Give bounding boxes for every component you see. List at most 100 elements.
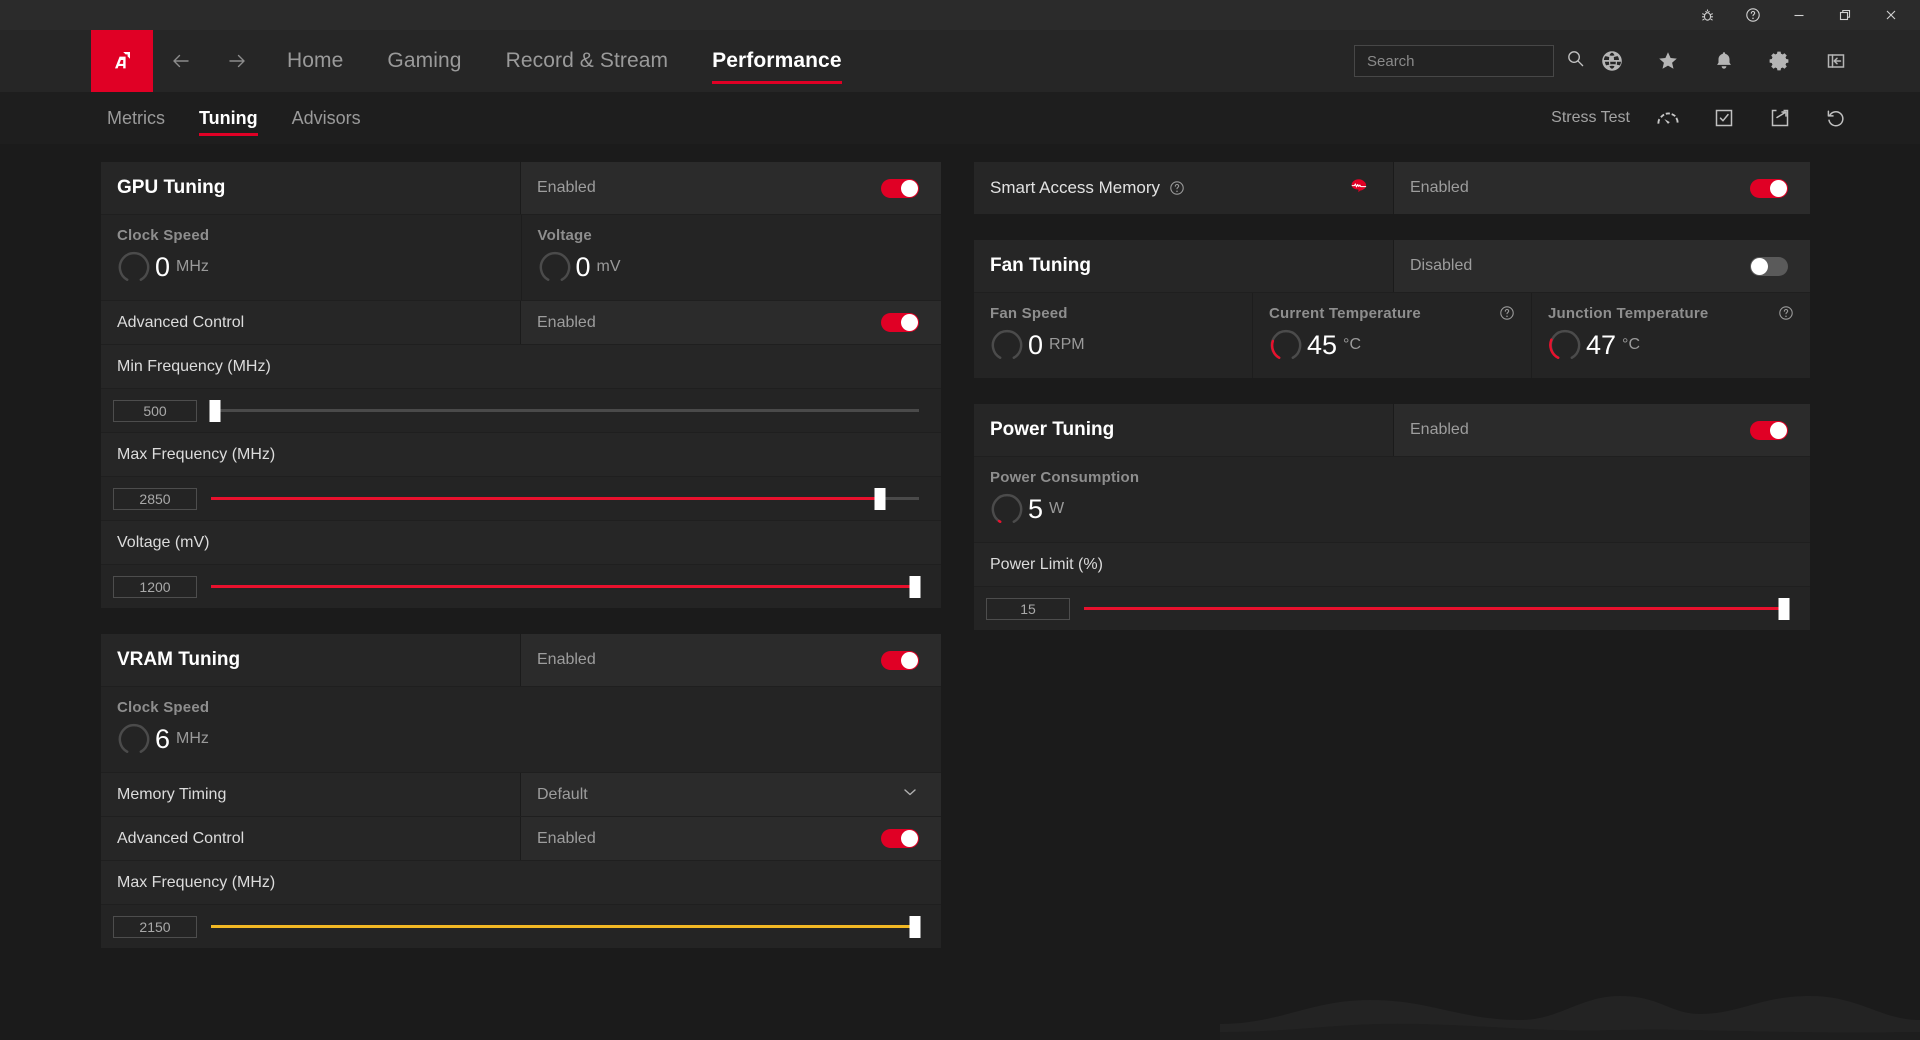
slider-thumb[interactable] (909, 575, 921, 598)
memory-timing-value: Default (537, 785, 588, 803)
stress-test-label[interactable]: Stress Test (1551, 109, 1630, 127)
vram-advanced-control-row: Advanced Control Enabled (101, 816, 941, 860)
search-icon[interactable] (1566, 49, 1585, 73)
tuning-content: GPU Tuning Enabled Clock Speed 0 MHz Vol… (0, 144, 1920, 1040)
gpu-voltage-value[interactable]: 1200 (113, 575, 197, 598)
vram-max-frequency-value[interactable]: 2150 (113, 915, 197, 938)
tab-metrics[interactable]: Metrics (90, 92, 182, 144)
power-limit-slider-row: 15 (974, 586, 1810, 630)
nav-item-home[interactable]: Home (265, 30, 365, 92)
gauge-arc-icon (539, 251, 570, 281)
restore-icon[interactable] (1822, 0, 1868, 30)
nav-item-gaming[interactable]: Gaming (365, 30, 483, 92)
fan-tuning-gauges: Fan Speed 0 RPM Current Temperature 45 °… (974, 292, 1810, 378)
load-profile-icon[interactable] (1696, 92, 1752, 144)
power-limit-slider[interactable] (1084, 597, 1790, 620)
slider-thumb[interactable] (209, 399, 221, 422)
gpu-max-frequency-slider[interactable] (211, 487, 919, 510)
globe-icon[interactable] (1584, 30, 1640, 92)
vram-tuning-toggle-cell[interactable]: Enabled (521, 634, 941, 686)
smart-access-memory-header: Smart Access Memory Enabled (974, 162, 1810, 214)
star-icon[interactable] (1640, 30, 1696, 92)
nav-label: Home (287, 49, 344, 72)
gauge-current-temperature: Current Temperature 45 °C (1252, 293, 1531, 378)
tab-tuning[interactable]: Tuning (182, 92, 275, 144)
gauge-unit: °C (1622, 336, 1640, 353)
gpu-max-frequency-value[interactable]: 2850 (113, 487, 197, 510)
gpu-min-frequency-value[interactable]: 500 (113, 399, 197, 422)
gauge-arc-icon (118, 251, 150, 281)
tab-label: Metrics (107, 107, 165, 128)
gpu-voltage-slider[interactable] (211, 575, 921, 598)
bug-report-icon[interactable] (1684, 0, 1730, 30)
gauge-power-consumption: Power Consumption 5 W (974, 457, 1810, 542)
gauge-value: 0 (1028, 329, 1044, 360)
vram-tuning-card: VRAM Tuning Enabled Clock Speed 6 MHz Me… (101, 634, 941, 948)
close-icon[interactable] (1868, 0, 1914, 30)
amd-logo-icon[interactable] (91, 30, 153, 92)
help-icon[interactable] (1778, 305, 1794, 326)
chevron-down-icon[interactable] (901, 783, 919, 806)
power-tuning-title-cell: Power Tuning (974, 404, 1394, 456)
power-tuning-toggle-cell[interactable]: Enabled (1394, 404, 1810, 456)
vram-tuning-toggle[interactable] (881, 650, 919, 670)
back-button[interactable] (153, 30, 209, 92)
smart-access-memory-toggle[interactable] (1750, 178, 1788, 198)
vram-advanced-control-toggle[interactable] (881, 829, 919, 848)
right-column: Smart Access Memory Enabled Fan Tuning D… (974, 162, 1810, 656)
gpu-advanced-control-cell[interactable]: Enabled (521, 301, 941, 344)
gauge-label: Clock Speed (117, 699, 210, 716)
power-tuning-state-label: Enabled (1410, 421, 1469, 438)
gauge-icon[interactable] (1640, 92, 1696, 144)
forward-button[interactable] (209, 30, 265, 92)
export-profile-icon[interactable] (1752, 92, 1808, 144)
sam-title-group: Smart Access Memory (990, 178, 1185, 198)
nav-item-record-stream[interactable]: Record & Stream (484, 30, 691, 92)
page-title-gpu-tuning: GPU Tuning (117, 177, 226, 198)
tab-advisors[interactable]: Advisors (275, 92, 378, 144)
bell-icon[interactable] (1696, 30, 1752, 92)
toggle-knob (1770, 179, 1787, 197)
collapse-panel-icon[interactable] (1808, 30, 1864, 92)
slider-thumb[interactable] (1778, 597, 1790, 620)
power-tuning-toggle[interactable] (1750, 420, 1788, 440)
vram-max-frequency-slider[interactable] (211, 915, 921, 938)
toggle-knob (901, 179, 918, 197)
slider-thumb[interactable] (874, 487, 886, 510)
gear-icon[interactable] (1752, 30, 1808, 92)
tab-label: Tuning (199, 107, 258, 128)
gauge-label: Current Temperature (1269, 305, 1421, 322)
gauge-value: 5 (1028, 493, 1044, 524)
nav-item-performance[interactable]: Performance (690, 30, 864, 92)
slider-thumb[interactable] (909, 915, 921, 938)
gpu-tuning-toggle-cell[interactable]: Enabled (521, 162, 941, 214)
vram-advanced-control-cell[interactable]: Enabled (521, 817, 941, 860)
gpu-min-frequency-label: Min Frequency (MHz) (101, 344, 941, 388)
gauge-junction-temperature: Junction Temperature 47 °C (1531, 293, 1810, 378)
search-box[interactable] (1354, 45, 1584, 77)
gpu-min-frequency-slider[interactable] (209, 399, 919, 422)
reset-icon[interactable] (1808, 92, 1864, 144)
gpu-min-frequency-slider-row: 500 (101, 388, 941, 432)
gpu-advanced-control-toggle[interactable] (881, 313, 919, 332)
toggle-knob (901, 830, 918, 847)
minimize-icon[interactable] (1776, 0, 1822, 30)
gauge-arc-icon (991, 493, 1023, 523)
fan-tuning-toggle[interactable] (1750, 256, 1788, 276)
power-limit-label: Power Limit (%) (974, 542, 1810, 586)
vram-tuning-title-cell: VRAM Tuning (101, 634, 521, 686)
gpu-tuning-toggle[interactable] (881, 178, 919, 198)
help-icon[interactable] (1730, 0, 1776, 30)
fan-tuning-toggle-cell[interactable]: Disabled (1394, 240, 1810, 292)
smart-access-memory-toggle-cell[interactable]: Enabled (1394, 162, 1810, 214)
search-input[interactable] (1367, 52, 1566, 70)
toggle-knob (1751, 257, 1768, 275)
help-icon[interactable] (1169, 180, 1185, 196)
power-limit-value[interactable]: 15 (986, 597, 1070, 620)
memory-timing-dropdown[interactable]: Default (521, 773, 941, 816)
help-icon[interactable] (1499, 305, 1515, 326)
gauge-voltage: Voltage 0 mV (520, 215, 942, 300)
gauge-unit: mV (596, 258, 621, 275)
gauge-unit: RPM (1049, 336, 1085, 353)
gauge-value: 45 (1307, 329, 1338, 360)
